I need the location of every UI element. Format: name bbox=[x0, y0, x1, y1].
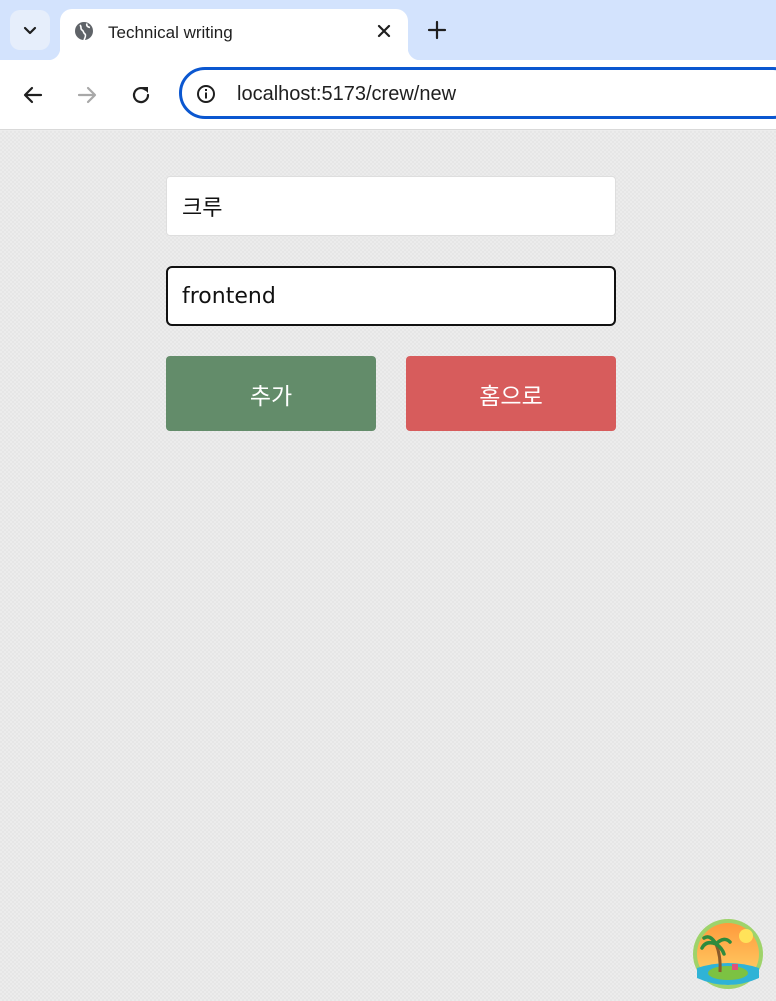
plus-icon[interactable] bbox=[426, 19, 448, 41]
reload-icon[interactable] bbox=[129, 83, 153, 107]
add-button-label: 추가 bbox=[249, 383, 293, 410]
add-button[interactable]: 추가 bbox=[166, 356, 376, 431]
info-icon[interactable] bbox=[196, 84, 216, 104]
arrow-right-icon[interactable] bbox=[75, 83, 99, 107]
url-text: localhost:5173/crew/new bbox=[237, 83, 457, 105]
chevron-down-icon bbox=[23, 26, 37, 35]
crew-role-value: frontend bbox=[182, 283, 276, 309]
address-bar[interactable]: localhost:5173/crew/new bbox=[179, 67, 776, 119]
tab-title: Technical writing bbox=[108, 23, 233, 42]
page-content: 크루 frontend 추가 홈으로 bbox=[0, 131, 776, 1001]
home-button-label: 홈으로 bbox=[479, 383, 543, 410]
crew-name-input[interactable]: 크루 bbox=[166, 176, 616, 236]
island-badge-icon[interactable] bbox=[692, 918, 764, 990]
close-icon[interactable] bbox=[374, 21, 394, 41]
tab-active[interactable]: Technical writing bbox=[48, 9, 420, 60]
crew-name-value: 크루 bbox=[182, 196, 223, 221]
tab-strip: Technical writing bbox=[0, 0, 776, 60]
arrow-left-icon[interactable] bbox=[21, 83, 45, 107]
crew-role-input[interactable]: frontend bbox=[166, 266, 616, 326]
browser-toolbar: localhost:5173/crew/new bbox=[0, 60, 776, 130]
globe-icon bbox=[75, 22, 93, 41]
home-button[interactable]: 홈으로 bbox=[406, 356, 616, 431]
tab-search-button[interactable] bbox=[10, 10, 50, 50]
